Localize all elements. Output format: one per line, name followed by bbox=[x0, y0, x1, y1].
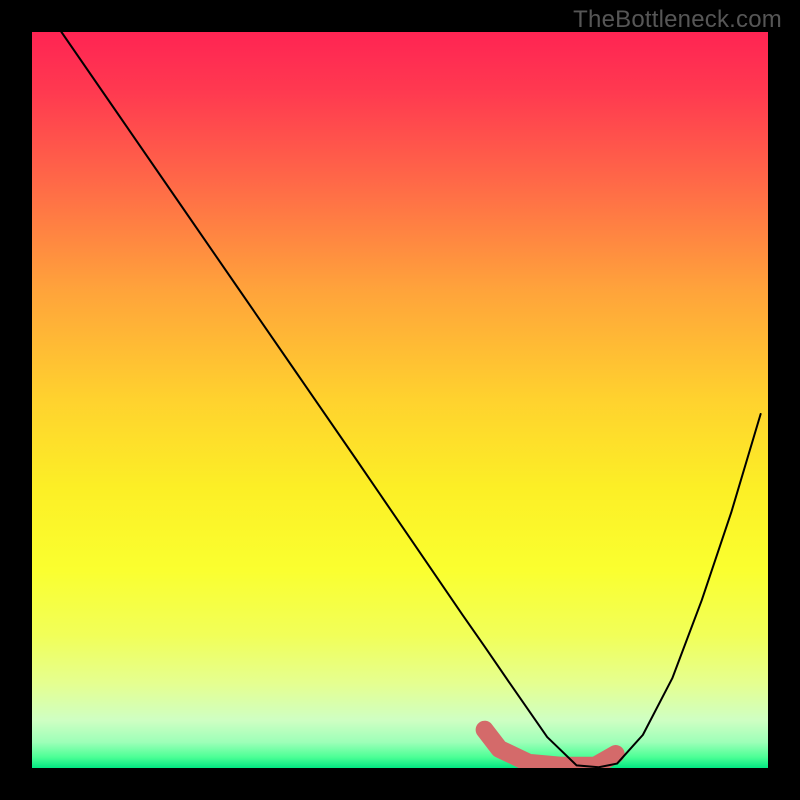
gradient-background bbox=[32, 32, 768, 768]
chart-plot bbox=[0, 0, 800, 800]
watermark-text: TheBottleneck.com bbox=[573, 6, 782, 34]
